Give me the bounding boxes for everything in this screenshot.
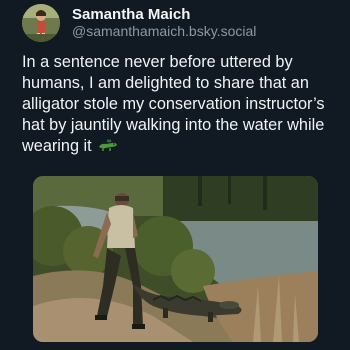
post-text-body: In a sentence never before uttered by hu…: [22, 53, 325, 155]
post-image-illustration: [33, 176, 318, 342]
author-handle[interactable]: @samanthamaich.bsky.social: [72, 23, 256, 39]
avatar[interactable]: [22, 4, 60, 42]
avatar-photo: [22, 4, 60, 42]
post-image[interactable]: [33, 176, 318, 342]
post-card[interactable]: Samantha Maich @samanthamaich.bsky.socia…: [0, 0, 350, 350]
author-display-name[interactable]: Samantha Maich: [72, 6, 190, 23]
post-text: In a sentence never before uttered by hu…: [22, 52, 340, 157]
alligator-emoji-icon: [99, 138, 118, 151]
